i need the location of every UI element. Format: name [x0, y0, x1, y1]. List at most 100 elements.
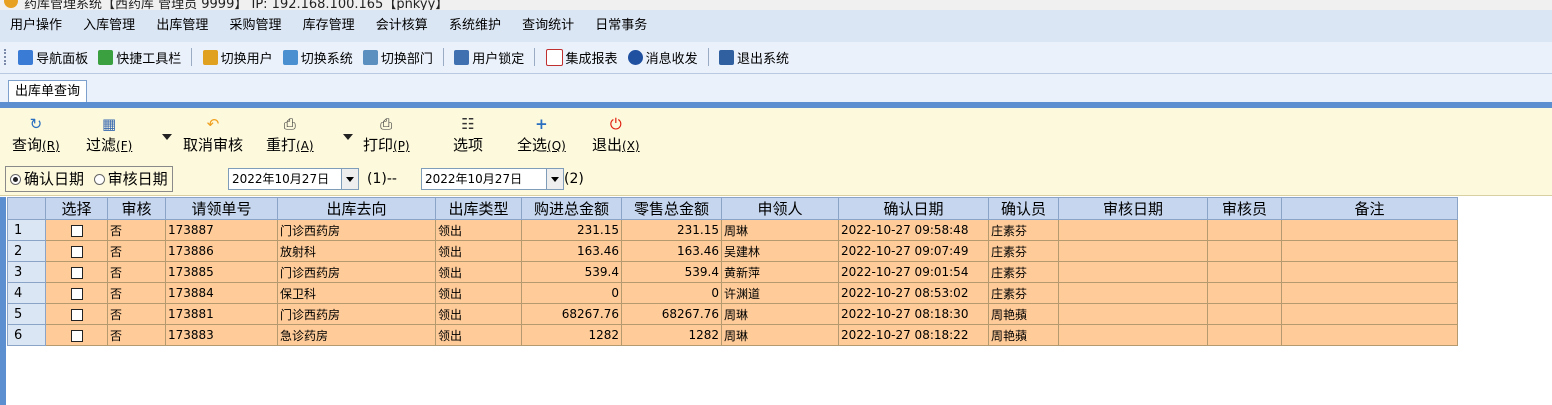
table-row[interactable]: 2 否 173886 放射科 领出 163.46 163.46 吴建林 2022…: [7, 240, 1458, 262]
switch-department-icon: [362, 50, 378, 65]
header-audit-date[interactable]: 审核日期: [1058, 197, 1208, 220]
select-checkbox[interactable]: [70, 224, 83, 237]
menu-system-maintenance[interactable]: 系统维护: [449, 10, 501, 42]
switch-department-button[interactable]: 切换部门: [360, 42, 436, 73]
radio-confirm-date[interactable]: 确认日期: [10, 170, 84, 188]
auditor-cell: [1207, 303, 1282, 325]
select-cell[interactable]: [45, 261, 108, 283]
header-purchase-total[interactable]: 购进总金额: [521, 197, 622, 220]
radio-button[interactable]: [93, 174, 105, 185]
header-applicant[interactable]: 申领人: [721, 197, 839, 220]
header-audit[interactable]: 审核: [107, 197, 166, 220]
header-confirmer[interactable]: 确认员: [988, 197, 1059, 220]
cancel-audit-button[interactable]: ↶ 取消审核: [183, 116, 243, 155]
options-button[interactable]: ☷ 选项: [453, 116, 483, 155]
select-checkbox[interactable]: [70, 329, 83, 342]
menu-user-operations[interactable]: 用户操作: [10, 10, 62, 42]
navigation-panel-button[interactable]: 导航面板: [15, 42, 91, 73]
applicant-cell: 许渊道: [721, 282, 839, 304]
start-date-dropdown[interactable]: [341, 169, 358, 189]
date-type-group: 确认日期 审核日期: [5, 166, 173, 192]
exit-system-button[interactable]: 退出系统: [716, 42, 792, 73]
integrated-report-button[interactable]: 集成报表: [543, 42, 621, 73]
exit-button[interactable]: ⏻ 退出(X): [592, 116, 640, 155]
note-cell: [1281, 240, 1458, 262]
table-row[interactable]: 6 否 173883 急诊药房 领出 1282 1282 周琳 2022-10-…: [7, 324, 1458, 346]
select-checkbox[interactable]: [70, 287, 83, 300]
toolbar-grip[interactable]: [4, 49, 9, 65]
reprint-button[interactable]: ⎙ 重打(A): [266, 116, 314, 155]
select-checkbox[interactable]: [70, 245, 83, 258]
start-date-picker[interactable]: 2022年10月27日: [228, 168, 359, 190]
header-outbound-type[interactable]: 出库类型: [435, 197, 522, 220]
filter-button[interactable]: ▦ 过滤(F): [86, 116, 132, 155]
select-cell[interactable]: [45, 240, 108, 262]
select-checkbox[interactable]: [70, 266, 83, 279]
purchase-total-cell: 231.15: [521, 219, 622, 241]
header-select[interactable]: 选择: [45, 197, 108, 220]
message-button[interactable]: 消息收发: [625, 42, 701, 73]
header-note[interactable]: 备注: [1281, 197, 1458, 220]
select-cell[interactable]: [45, 219, 108, 241]
switch-system-button[interactable]: 切换系统: [280, 42, 356, 73]
quick-toolbar-button[interactable]: 快捷工具栏: [95, 42, 184, 73]
table-row[interactable]: 1 否 173887 门诊西药房 领出 231.15 231.15 周琳 202…: [7, 219, 1458, 241]
audit-cell: 否: [107, 219, 166, 241]
filter-dropdown-arrow[interactable]: [162, 134, 172, 140]
table-row[interactable]: 3 否 173885 门诊西药房 领出 539.4 539.4 黄新萍 2022…: [7, 261, 1458, 283]
end-date-picker[interactable]: 2022年10月27日: [421, 168, 564, 190]
menu-daily-affairs[interactable]: 日常事务: [595, 10, 647, 42]
radio-audit-date[interactable]: 审核日期: [93, 170, 168, 188]
menu-accounting[interactable]: 会计核算: [376, 10, 428, 42]
printer-icon: ⎙: [380, 115, 393, 133]
menu-inbound[interactable]: 入库管理: [83, 10, 135, 42]
retail-total-cell: 0: [621, 282, 722, 304]
end-date-suffix: (2): [564, 171, 584, 187]
switch-user-button[interactable]: 切换用户: [200, 42, 276, 73]
menu-inventory[interactable]: 库存管理: [303, 10, 355, 42]
select-cell[interactable]: [45, 303, 108, 325]
confirm-date-cell: 2022-10-27 08:18:30: [838, 303, 989, 325]
outbound-type-cell: 领出: [435, 324, 522, 346]
menu-outbound[interactable]: 出库管理: [156, 10, 208, 42]
query-button[interactable]: ↻ 查询(R): [12, 116, 60, 155]
confirm-date-cell: 2022-10-27 08:18:22: [838, 324, 989, 346]
purchase-total-cell: 1282: [521, 324, 622, 346]
grid-header-row: 选择 审核 请领单号 出库去向 出库类型 购进总金额 零售总金额 申领人 确认日…: [7, 197, 1458, 220]
window-title-bar: 药库管理系统【西药库 管理员 9999】 IP: 192.168.100.165…: [0, 0, 1552, 10]
message-icon: [627, 50, 643, 65]
table-row[interactable]: 5 否 173881 门诊西药房 领出 68267.76 68267.76 周琳…: [7, 303, 1458, 325]
reprint-dropdown-arrow[interactable]: [343, 134, 353, 140]
select-cell[interactable]: [45, 282, 108, 304]
row-number: 1: [7, 219, 46, 241]
table-row[interactable]: 4 否 173884 保卫科 领出 0 0 许渊道 2022-10-27 08:…: [7, 282, 1458, 304]
menu-purchase[interactable]: 采购管理: [229, 10, 281, 42]
menu-bar: 用户操作 入库管理 出库管理 采购管理 库存管理 会计核算 系统维护 查询统计 …: [0, 10, 1552, 42]
header-destination[interactable]: 出库去向: [277, 197, 436, 220]
header-retail-total[interactable]: 零售总金额: [621, 197, 722, 220]
select-checkbox[interactable]: [70, 308, 83, 321]
select-all-button[interactable]: + 全选(Q): [517, 116, 566, 155]
confirmer-cell: 庄素芬: [988, 261, 1059, 283]
requisition-no-cell: 173885: [165, 261, 278, 283]
select-cell[interactable]: [45, 324, 108, 346]
audit-cell: 否: [107, 303, 166, 325]
user-lock-button[interactable]: 用户锁定: [451, 42, 527, 73]
confirm-date-cell: 2022-10-27 08:53:02: [838, 282, 989, 304]
header-requisition-no[interactable]: 请领单号: [165, 197, 278, 220]
end-date-dropdown[interactable]: [546, 169, 563, 189]
outbound-type-cell: 领出: [435, 240, 522, 262]
undo-arrow-icon: ↶: [206, 115, 220, 133]
retail-total-cell: 539.4: [621, 261, 722, 283]
header-auditor[interactable]: 审核员: [1207, 197, 1282, 220]
action-toolbar: ↻ 查询(R) ▦ 过滤(F) ↶ 取消审核 ⎙ 重打(A) ⎙ 打印(P) ☷…: [0, 108, 1552, 163]
radio-button[interactable]: [10, 174, 21, 185]
audit-date-cell: [1058, 324, 1208, 346]
switch-user-icon: [202, 50, 218, 65]
destination-cell: 门诊西药房: [277, 303, 436, 325]
menu-query-statistics[interactable]: 查询统计: [522, 10, 574, 42]
print-button[interactable]: ⎙ 打印(P): [363, 116, 410, 155]
tab-outbound-query[interactable]: 出库单查询: [8, 80, 88, 103]
header-confirm-date[interactable]: 确认日期: [838, 197, 989, 220]
confirmer-cell: 周艳蘋: [988, 324, 1059, 346]
